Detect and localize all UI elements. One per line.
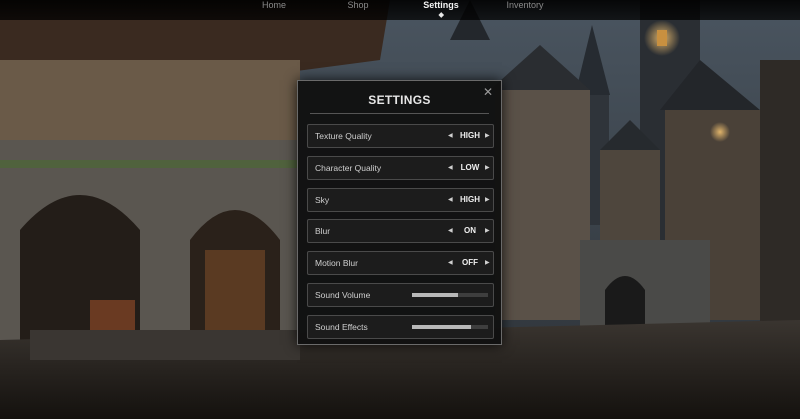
arrow-right-icon[interactable]: ▶ (485, 157, 490, 179)
arrow-right-icon[interactable]: ▶ (485, 125, 490, 147)
nav-inventory[interactable]: Inventory (506, 0, 543, 16)
arrow-left-icon[interactable]: ◀ (448, 157, 453, 179)
setting-row-sky: Sky ◀ HIGH ▶ (307, 188, 494, 212)
nav-shop-label: Shop (347, 0, 369, 10)
setting-value: HIGH (460, 131, 480, 140)
nav-settings[interactable]: Settings (423, 0, 459, 18)
setting-label: Character Quality (315, 163, 382, 173)
nav-inventory-label: Inventory (506, 0, 544, 10)
setting-row-motion-blur: Motion Blur ◀ OFF ▶ (307, 251, 494, 275)
setting-label: Blur (315, 226, 331, 236)
slider-label: Sound Volume (315, 290, 371, 300)
active-indicator-icon (438, 12, 444, 18)
settings-panel: SETTINGS ✕ Texture Quality ◀ HIGH ▶ Char… (297, 80, 502, 345)
setting-row-character-quality: Character Quality ◀ LOW ▶ (307, 156, 494, 180)
nav-settings-label: Settings (423, 0, 459, 10)
setting-row-sound-effects: Sound Effects (307, 315, 494, 339)
arrow-left-icon[interactable]: ◀ (448, 125, 453, 147)
nav-shop[interactable]: Shop (347, 0, 368, 16)
setting-label: Sky (315, 195, 330, 205)
nav-home-label: Home (261, 0, 287, 10)
top-navigation: Home Shop Settings Inventory (0, 0, 800, 20)
arrow-left-icon[interactable]: ◀ (448, 189, 453, 211)
setting-value: HIGH (460, 195, 480, 204)
arrow-left-icon[interactable]: ◀ (448, 252, 453, 274)
setting-row-texture-quality: Texture Quality ◀ HIGH ▶ (307, 124, 494, 148)
title-divider (310, 113, 489, 114)
sound-volume-slider[interactable] (412, 293, 488, 297)
setting-row-blur: Blur ◀ ON ▶ (307, 219, 494, 243)
setting-value: LOW (460, 163, 480, 172)
arrow-right-icon[interactable]: ▶ (485, 189, 490, 211)
setting-value: OFF (462, 258, 478, 267)
slider-label: Sound Effects (315, 322, 368, 332)
setting-label: Motion Blur (315, 258, 358, 268)
setting-value: ON (464, 226, 476, 235)
nav-home[interactable]: Home (262, 0, 286, 16)
arrow-right-icon[interactable]: ▶ (485, 220, 490, 242)
sound-effects-slider[interactable] (412, 325, 488, 329)
slider-fill (412, 325, 471, 329)
arrow-left-icon[interactable]: ◀ (448, 220, 453, 242)
arrow-right-icon[interactable]: ▶ (485, 252, 490, 274)
setting-label: Texture Quality (315, 131, 372, 141)
close-icon[interactable]: ✕ (482, 86, 494, 98)
slider-fill (412, 293, 458, 297)
settings-title: SETTINGS (368, 93, 431, 107)
setting-row-sound-volume: Sound Volume (307, 283, 494, 307)
